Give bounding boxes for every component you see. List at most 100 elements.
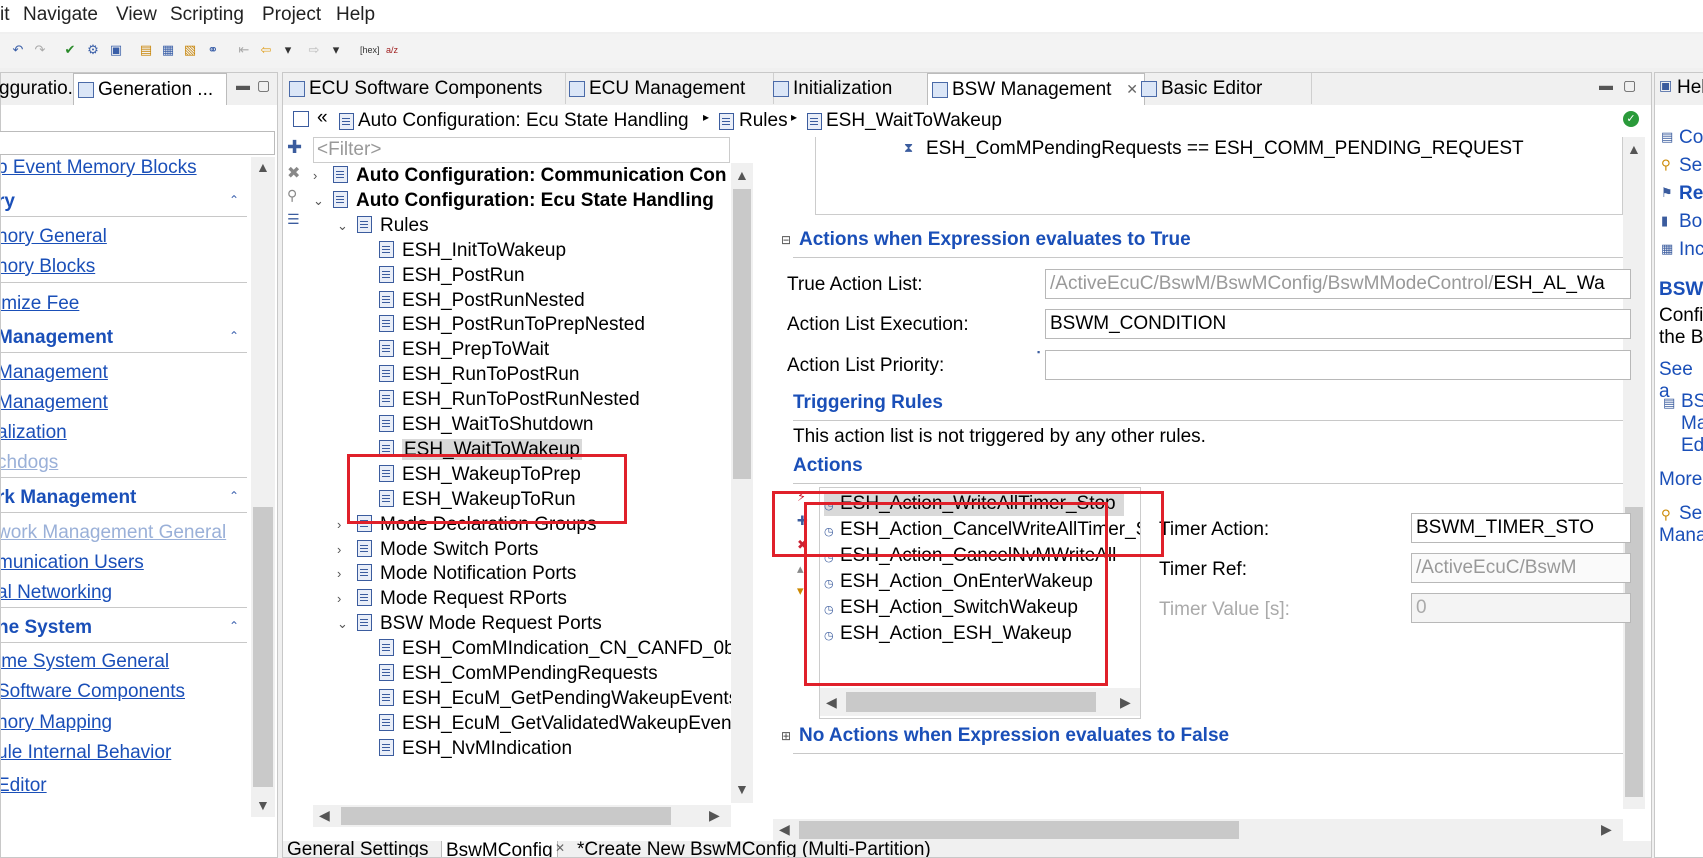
menu-edit[interactable]: it (0, 4, 10, 26)
tab-generation[interactable]: Generation ... (73, 73, 227, 105)
format-icon[interactable]: a/z (384, 42, 400, 58)
chevron-down-icon[interactable]: ▾ (328, 42, 344, 58)
tree-item[interactable]: › Mode Notification Ports (337, 561, 576, 586)
tab-basic-editor[interactable]: Basic Editor (1137, 73, 1312, 104)
tab-ecu-software-components[interactable]: ECU Software Components (285, 73, 566, 104)
help-link[interactable]: BS (1681, 391, 1703, 413)
collapse-left-icon[interactable]: « (317, 107, 328, 129)
tree-item[interactable]: ESH_InitToWakeup (379, 238, 566, 263)
scroll-thumb[interactable] (1625, 507, 1643, 797)
collapsed-chevron-icon[interactable]: › (337, 512, 341, 537)
maximize-icon[interactable]: ▢ (1623, 77, 1636, 94)
collapse-icon[interactable]: ⌃ (229, 193, 239, 207)
tree-item[interactable]: ESH_RunToPostRunNested (379, 387, 640, 412)
redo-icon[interactable]: ↷ (32, 42, 48, 58)
menu-navigate[interactable]: Navigate (23, 4, 98, 26)
tab-general-settings[interactable]: General Settings (287, 841, 429, 857)
scroll-up-icon[interactable]: ▲ (1627, 141, 1641, 157)
tree-item[interactable]: ESH_ComMIndication_CN_CANFD_0b (379, 636, 735, 661)
section-true-title[interactable]: Actions when Expression evaluates to Tru… (799, 229, 1191, 251)
tab-create-new-bswmconfig[interactable]: *Create New BswMConfig (Multi-Partition) (577, 841, 931, 857)
left-link[interactable]: Management (1, 362, 108, 384)
scroll-left-icon[interactable]: ◀ (779, 821, 790, 838)
move-down-icon[interactable]: ▾ (797, 583, 804, 599)
scroll-right-icon[interactable]: ▶ (1120, 694, 1131, 711)
exec-field[interactable]: BSWM_CONDITION (1045, 309, 1631, 339)
left-link[interactable]: ime System General (1, 651, 169, 673)
chevron-down-icon[interactable]: ▾ (280, 42, 296, 58)
expanded-chevron-icon[interactable]: ⌄ (313, 188, 324, 213)
tree-item[interactable]: ESH_PostRunToPrepNested (379, 312, 645, 337)
tab-help[interactable]: Hel (1677, 77, 1703, 99)
list-icon[interactable]: ☰ (287, 211, 300, 228)
settings-icon[interactable]: ▤ (138, 42, 154, 58)
tool-icon[interactable]: ▦ (160, 42, 176, 58)
help-link[interactable]: Inc (1679, 239, 1703, 261)
tree-item[interactable]: ⌄ Rules (337, 213, 429, 238)
tree-item[interactable]: ESH_EcuM_GetValidatedWakeupEven (379, 711, 732, 736)
menu-view[interactable]: View (116, 4, 157, 26)
expanded-chevron-icon[interactable]: ⌄ (337, 611, 348, 636)
scroll-right-icon[interactable]: ▶ (1601, 821, 1612, 838)
scroll-up-icon[interactable]: ▲ (256, 159, 270, 175)
binoculars-icon[interactable]: ⚭ (205, 42, 221, 58)
help-link[interactable]: Boo (1679, 211, 1703, 233)
close-icon[interactable]: ✕ (555, 841, 565, 855)
left-link[interactable]: nory General (1, 226, 107, 248)
nav-forward-icon[interactable]: ⇨ (306, 42, 322, 58)
left-search[interactable] (0, 131, 275, 155)
scroll-right-icon[interactable]: ▶ (709, 807, 720, 824)
scroll-left-icon[interactable]: ◀ (826, 694, 837, 711)
collapse-icon[interactable]: ⌃ (229, 329, 239, 343)
tree-item[interactable]: ⌄ Auto Configuration: Ecu State Handling (313, 188, 714, 213)
menu-project[interactable]: Project (262, 4, 321, 26)
timer-ref-field[interactable]: /ActiveEcuC/BswM (1411, 553, 1631, 583)
help-link[interactable]: Co (1679, 127, 1703, 149)
collapsed-chevron-icon[interactable]: › (337, 586, 341, 611)
collapsed-chevron-icon[interactable]: › (337, 537, 341, 562)
tree-hscroll[interactable]: ◀ ▶ (313, 805, 731, 827)
scroll-thumb[interactable] (341, 807, 671, 825)
minimize-icon[interactable]: ▬ (1599, 77, 1613, 93)
tree-item[interactable]: ESH_EcuM_GetPendingWakeupEvents (379, 686, 738, 711)
tree-item[interactable]: ESH_RunToPostRun (379, 362, 579, 387)
breadcrumb-item[interactable]: Rules (739, 110, 788, 132)
generate-icon[interactable]: ⚙ (85, 42, 101, 58)
nav-back-icon[interactable]: ⇦ (258, 42, 274, 58)
tree-item[interactable]: ESH_ComMPendingRequests (379, 661, 658, 686)
tab-initialization[interactable]: Initialization (769, 73, 940, 104)
left-link[interactable]: al Networking (1, 582, 112, 604)
breadcrumb-item[interactable]: Auto Configuration: Ecu State Handling (358, 110, 689, 132)
expanded-chevron-icon[interactable]: ⌄ (337, 213, 348, 238)
maximize-icon[interactable]: ▢ (257, 77, 270, 94)
left-link[interactable]: imize Fee (1, 293, 79, 315)
true-action-list-field[interactable]: /ActiveEcuC/BswM/BswMConfig/BswMModeCont… (1045, 269, 1631, 299)
scroll-thumb[interactable] (733, 189, 751, 479)
help-link[interactable]: Mana (1659, 525, 1703, 547)
scroll-up-icon[interactable]: ▲ (735, 167, 749, 183)
tree-item[interactable]: › Mode Request RPorts (337, 586, 567, 611)
scroll-thumb[interactable] (846, 692, 1096, 712)
left-link[interactable]: ule Internal Behavior (1, 742, 171, 764)
help-link[interactable]: Ma (1681, 413, 1703, 435)
menu-help[interactable]: Help (336, 4, 375, 26)
validate-icon[interactable]: ✔ (62, 42, 78, 58)
nav-back-disabled-icon[interactable]: ⇤ (236, 42, 252, 58)
left-link[interactable]: munication Users (1, 552, 144, 574)
left-link[interactable]: nory Blocks (1, 256, 95, 278)
actions-hscroll[interactable]: ◀ ▶ (820, 688, 1140, 716)
tab-ecu-management[interactable]: ECU Management (565, 73, 774, 104)
filter-input[interactable]: <Filter> (313, 137, 730, 163)
filter-icon[interactable]: ⚲ (287, 187, 297, 204)
left-link[interactable]: Editor (1, 775, 47, 797)
left-link[interactable]: Software Components (1, 681, 185, 703)
tree-item[interactable]: › Auto Configuration: Communication Con (313, 163, 726, 188)
help-more[interactable]: More (1659, 469, 1702, 491)
tab-bsw-management[interactable]: BSW Management ✕ (927, 73, 1145, 105)
collapsed-chevron-icon[interactable]: › (337, 561, 341, 586)
left-link[interactable]: Management (1, 392, 108, 414)
tree-item[interactable]: ESH_PostRunNested (379, 288, 585, 313)
help-link[interactable]: Sea (1679, 503, 1703, 525)
compare-icon[interactable]: ▧ (182, 42, 198, 58)
timer-action-field[interactable]: BSWM_TIMER_STO (1411, 513, 1631, 543)
